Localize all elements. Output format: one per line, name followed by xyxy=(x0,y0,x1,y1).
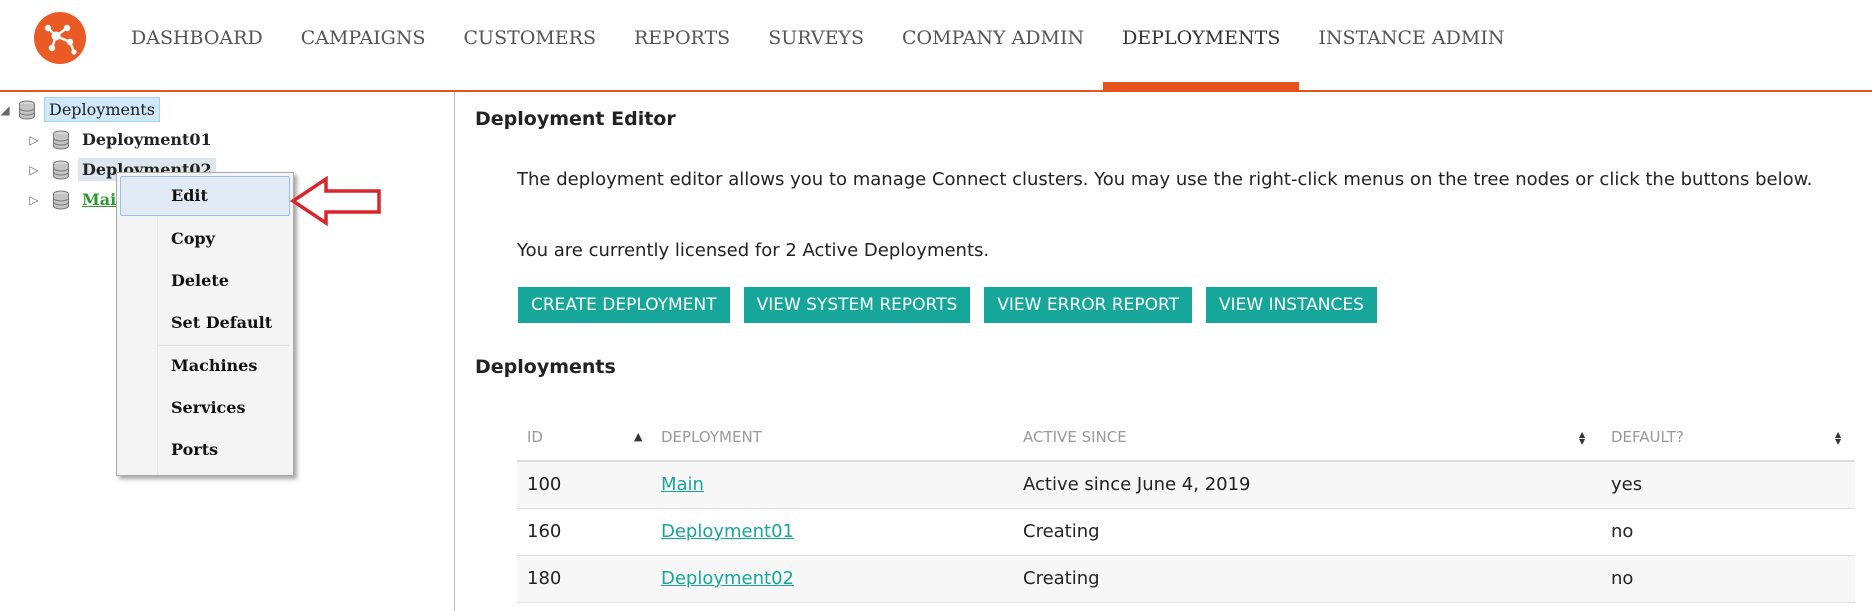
view-error-report-button[interactable]: VIEW ERROR REPORT xyxy=(984,287,1192,323)
nav-surveys[interactable]: SURVEYS xyxy=(749,0,883,92)
sort-both-icon[interactable]: ▲ ▼ xyxy=(1579,431,1585,446)
nav-dashboard[interactable]: DASHBOARD xyxy=(112,0,282,92)
table-row: 180 Deployment02 Creating no xyxy=(517,556,1855,603)
cell-default: no xyxy=(1611,568,1634,589)
nav-reports[interactable]: REPORTS xyxy=(615,0,749,92)
menu-item-edit[interactable]: Edit xyxy=(120,176,290,216)
tree-context-menu: Edit Copy Delete Set Default Machines Se… xyxy=(116,172,294,476)
nav-instance-admin[interactable]: INSTANCE ADMIN xyxy=(1299,0,1523,92)
brand-logo-icon[interactable] xyxy=(34,12,86,64)
cell-active-since: Active since June 4, 2019 xyxy=(1023,474,1251,495)
column-header-id[interactable]: ID xyxy=(527,414,543,460)
license-info: You are currently licensed for 2 Active … xyxy=(517,240,990,261)
column-header-default[interactable]: DEFAULT? xyxy=(1611,414,1684,460)
sort-both-icon[interactable]: ▲ ▼ xyxy=(1835,431,1841,446)
database-icon xyxy=(19,100,35,119)
column-header-deployment[interactable]: DEPLOYMENT xyxy=(661,414,762,460)
tree-node-deployments[interactable]: ◢ Deployments xyxy=(0,97,160,122)
expand-triangle-icon[interactable]: ▷ xyxy=(28,163,40,177)
deployments-table: ID ▲ DEPLOYMENT ACTIVE SINCE ▲ ▼ DEFAULT?… xyxy=(517,414,1855,603)
view-instances-button[interactable]: VIEW INSTANCES xyxy=(1205,287,1377,323)
deployments-section-title: Deployments xyxy=(475,356,616,378)
editor-actions: CREATE DEPLOYMENT VIEW SYSTEM REPORTS VI… xyxy=(518,287,1391,323)
database-icon xyxy=(53,160,69,179)
cell-active-since: Creating xyxy=(1023,521,1100,542)
nav-campaigns[interactable]: CAMPAIGNS xyxy=(282,0,445,92)
collapse-triangle-icon[interactable]: ◢ xyxy=(0,103,10,117)
tree-node-label[interactable]: Deployments xyxy=(44,97,160,122)
deployment-editor-title: Deployment Editor xyxy=(475,108,676,130)
cell-deployment-link[interactable]: Deployment01 xyxy=(661,509,794,555)
nav-customers[interactable]: CUSTOMERS xyxy=(445,0,615,92)
database-icon xyxy=(53,130,69,149)
red-arrow-icon xyxy=(290,176,381,226)
create-deployment-button[interactable]: CREATE DEPLOYMENT xyxy=(518,287,730,323)
tree-node-deployment01[interactable]: ▷ Deployment01 xyxy=(28,128,216,151)
column-header-active-since[interactable]: ACTIVE SINCE xyxy=(1023,414,1127,460)
table-row: 160 Deployment01 Creating no xyxy=(517,509,1855,556)
menu-item-ports[interactable]: Ports xyxy=(117,432,293,468)
cell-id: 180 xyxy=(527,568,562,589)
menu-item-copy[interactable]: Copy xyxy=(117,221,293,257)
cell-active-since: Creating xyxy=(1023,568,1100,589)
menu-separator xyxy=(159,345,289,346)
cell-id: 160 xyxy=(527,521,562,542)
expand-triangle-icon[interactable]: ▷ xyxy=(28,193,40,207)
nav-company-admin[interactable]: COMPANY ADMIN xyxy=(883,0,1103,92)
tree-node-label[interactable]: Deployment01 xyxy=(78,128,216,151)
nav-deployments[interactable]: DEPLOYMENTS xyxy=(1103,0,1300,92)
cell-default: yes xyxy=(1611,474,1643,495)
table-row: 100 Main Active since June 4, 2019 yes xyxy=(517,462,1855,509)
expand-triangle-icon[interactable]: ▷ xyxy=(28,133,40,147)
cell-id: 100 xyxy=(527,474,562,495)
database-icon xyxy=(53,190,69,209)
view-system-reports-button[interactable]: VIEW SYSTEM REPORTS xyxy=(743,287,971,323)
sort-ascending-icon[interactable]: ▲ xyxy=(634,414,642,460)
cell-deployment-link[interactable]: Main xyxy=(661,462,704,508)
menu-item-machines[interactable]: Machines xyxy=(117,348,293,384)
editor-description: The deployment editor allows you to mana… xyxy=(517,169,1813,190)
table-header: ID ▲ DEPLOYMENT ACTIVE SINCE ▲ ▼ DEFAULT?… xyxy=(517,414,1855,462)
main-nav: DASHBOARD CAMPAIGNS CUSTOMERS REPORTS SU… xyxy=(112,0,1523,92)
top-navigation-bar: DASHBOARD CAMPAIGNS CUSTOMERS REPORTS SU… xyxy=(0,0,1872,92)
menu-item-delete[interactable]: Delete xyxy=(117,263,293,299)
cell-default: no xyxy=(1611,521,1634,542)
menu-item-services[interactable]: Services xyxy=(117,390,293,426)
cell-deployment-link[interactable]: Deployment02 xyxy=(661,556,794,602)
menu-item-set-default[interactable]: Set Default xyxy=(117,305,293,341)
